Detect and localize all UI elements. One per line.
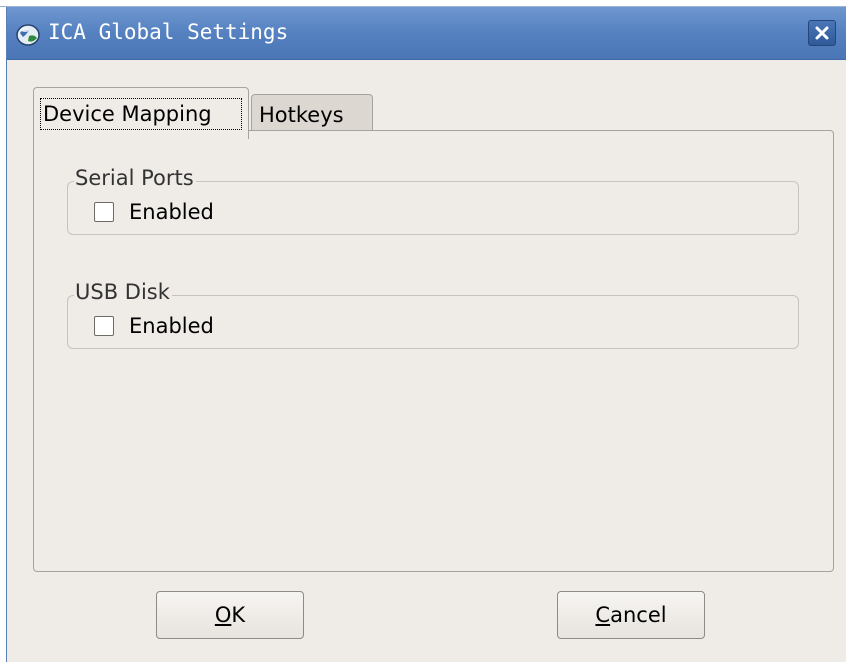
- ok-button-mnemonic: O: [214, 603, 232, 627]
- ok-button[interactable]: OK: [156, 591, 304, 639]
- usb-disk-enabled-checkbox[interactable]: [94, 316, 114, 336]
- serial-ports-enabled-option[interactable]: Enabled: [94, 200, 214, 224]
- ok-button-label: K: [231, 603, 246, 627]
- cancel-button-label: ancel: [610, 603, 667, 627]
- usb-disk-enabled-label[interactable]: Enabled: [129, 314, 214, 338]
- usb-disk-group: USB Disk Enabled: [67, 280, 799, 349]
- tab-device-mapping-label: Device Mapping: [40, 98, 242, 130]
- title-bar[interactable]: ICA Global Settings: [7, 7, 846, 60]
- cancel-button[interactable]: Cancel: [557, 591, 705, 639]
- window-title: ICA Global Settings: [48, 20, 289, 44]
- tab-device-mapping[interactable]: Device Mapping: [33, 87, 249, 139]
- serial-ports-legend: Serial Ports: [74, 166, 196, 190]
- ica-globe-icon: [16, 24, 40, 46]
- device-mapping-panel: Serial Ports Enabled USB Disk Enabled: [33, 130, 834, 572]
- close-icon: [815, 26, 829, 40]
- usb-disk-legend: USB Disk: [74, 280, 172, 304]
- close-button[interactable]: [808, 20, 836, 46]
- tab-hotkeys-label: Hotkeys: [259, 103, 344, 127]
- serial-ports-group: Serial Ports Enabled: [67, 166, 799, 235]
- dialog-window: ICA Global Settings Device Mapping Hotke…: [6, 7, 846, 662]
- serial-ports-enabled-label[interactable]: Enabled: [129, 200, 214, 224]
- usb-disk-enabled-option[interactable]: Enabled: [94, 314, 214, 338]
- cancel-button-mnemonic: C: [595, 603, 611, 627]
- serial-ports-enabled-checkbox[interactable]: [94, 202, 114, 222]
